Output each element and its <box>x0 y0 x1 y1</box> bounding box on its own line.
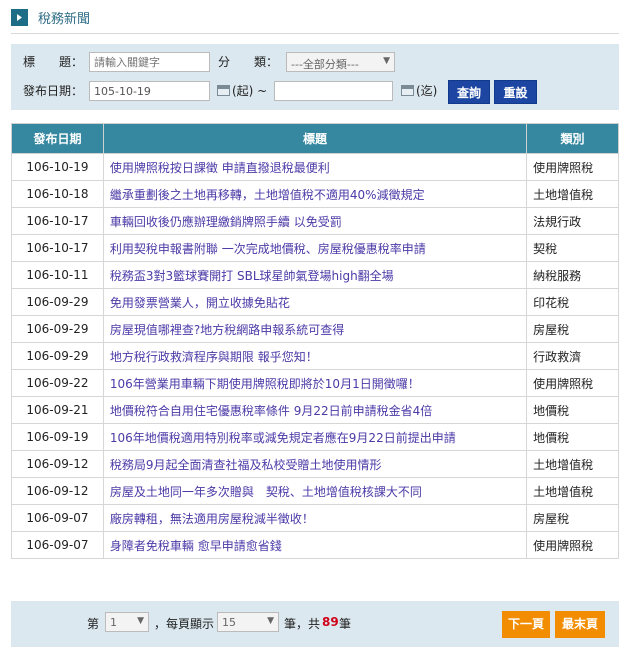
page-select[interactable]: 1 ▼ <box>105 612 149 632</box>
table-row: 106-10-19 使用牌照稅按日課徵 申請直撥退稅最便利 使用牌照稅 <box>11 153 619 181</box>
row-date: 106-09-12 <box>11 477 104 505</box>
start-suffix: (起) ~ <box>232 84 268 98</box>
row-title-link[interactable]: 廠房轉租，無法適用房屋稅減半徵收！ <box>102 504 528 532</box>
table-row: 106-09-29 免用發票營業人，開立收據免貼花 印花稅 <box>11 288 619 316</box>
page-title: 稅務新聞 <box>38 12 91 27</box>
row-category: 地價稅 <box>526 423 619 451</box>
row-date: 106-09-07 <box>11 531 104 559</box>
row-title-link[interactable]: 身障者免稅車輛 愈早申請愈省錢 <box>102 531 528 559</box>
table-row: 106-09-12 房屋及土地同一年多次贈與 契稅、土地增值稅核課大不同 土地增值稅 <box>11 477 619 505</box>
per-page-prefix: ，每頁顯示 <box>154 617 215 631</box>
row-date: 106-09-19 <box>11 423 104 451</box>
table-row: 106-09-07 廠房轉租，無法適用房屋稅減半徵收！ 房屋稅 <box>11 504 619 532</box>
row-category: 土地增值稅 <box>526 477 619 505</box>
row-category: 印花稅 <box>526 288 619 316</box>
per-page-select[interactable]: 15 ▼ <box>217 612 279 632</box>
per-page-select-value: 15 <box>222 616 236 629</box>
column-header-category: 類別 <box>526 123 619 154</box>
row-date: 106-10-18 <box>11 180 104 208</box>
date-label: 發布日期： <box>23 84 84 98</box>
table-row: 106-09-29 地方稅行政救濟程序與期限 報乎您知！ 行政救濟 <box>11 342 619 370</box>
row-title-link[interactable]: 地價稅符合自用住宅優惠稅率條件 9月22日前申請稅金省4倍 <box>102 396 528 424</box>
total-prefix: 筆，共 <box>284 617 321 631</box>
table-row: 106-10-17 車輛回收後仍應辦理繳銷牌照手續 以免受罰 法規行政 <box>11 207 619 235</box>
total-count: 89 <box>322 615 339 629</box>
column-header-title: 標題 <box>102 123 528 154</box>
category-label: 分 類： <box>218 55 279 69</box>
play-triangle-icon <box>11 9 28 26</box>
table-header-row: 發布日期 標題 類別 <box>11 123 619 154</box>
row-title-link[interactable]: 房屋現值哪裡查?地方稅網路申報系統可查得 <box>102 315 528 343</box>
page-select-value: 1 <box>110 616 117 629</box>
end-suffix: (迄) <box>416 84 438 98</box>
date-start-input[interactable] <box>89 81 210 101</box>
row-date: 106-10-11 <box>11 261 104 289</box>
category-select[interactable]: ---全部分類--- ▼ <box>286 52 395 72</box>
query-button[interactable]: 查詢 <box>448 80 490 104</box>
row-category: 契稅 <box>526 234 619 262</box>
row-date: 106-09-29 <box>11 288 104 316</box>
row-title-link[interactable]: 稅務局9月起全面清查社福及私校受贈土地使用情形 <box>102 450 528 478</box>
row-date: 106-09-12 <box>11 450 104 478</box>
table-row: 106-09-19 106年地價稅適用特別稅率或減免規定者應在9月22日前提出申請… <box>11 423 619 451</box>
column-header-date: 發布日期 <box>11 123 104 154</box>
table-row: 106-09-21 地價稅符合自用住宅優惠稅率條件 9月22日前申請稅金省4倍 地價… <box>11 396 619 424</box>
keyword-input[interactable] <box>89 52 210 72</box>
title-label: 標 題： <box>23 55 84 69</box>
row-date: 106-09-29 <box>11 315 104 343</box>
row-title-link[interactable]: 車輛回收後仍應辦理繳銷牌照手續 以免受罰 <box>102 207 528 235</box>
row-category: 行政救濟 <box>526 342 619 370</box>
row-category: 使用牌照稅 <box>526 153 619 181</box>
table-row: 106-09-12 稅務局9月起全面清查社福及私校受贈土地使用情形 土地增值稅 <box>11 450 619 478</box>
total-suffix: 筆 <box>339 617 352 631</box>
table-row: 106-10-18 繼承重劃後之土地再移轉，土地增值稅不適用40%減徵規定 土地增值… <box>11 180 619 208</box>
next-page-button[interactable]: 下一頁 <box>502 611 550 638</box>
date-end-input[interactable] <box>274 81 393 101</box>
row-title-link[interactable]: 繼承重劃後之土地再移轉，土地增值稅不適用40%減徵規定 <box>102 180 528 208</box>
reset-button[interactable]: 重設 <box>494 80 537 104</box>
row-category: 土地增值稅 <box>526 450 619 478</box>
calendar-icon[interactable] <box>217 85 230 96</box>
row-date: 106-10-17 <box>11 234 104 262</box>
table-row: 106-10-17 利用契稅申報書附聯 一次完成地價稅、房屋稅優惠稅率申請 契稅 <box>11 234 619 262</box>
row-title-link[interactable]: 使用牌照稅按日課徵 申請直撥退稅最便利 <box>102 153 528 181</box>
row-category: 土地增值稅 <box>526 180 619 208</box>
row-category: 納稅服務 <box>526 261 619 289</box>
row-title-link[interactable]: 106年地價稅適用特別稅率或減免規定者應在9月22日前提出申請 <box>102 423 528 451</box>
table-row: 106-09-29 房屋現值哪裡查?地方稅網路申報系統可查得 房屋稅 <box>11 315 619 343</box>
table-row: 106-09-22 106年營業用車輛下期使用牌照稅即將於10月1日開徵囉！ 使用牌… <box>11 369 619 397</box>
row-date: 106-09-21 <box>11 396 104 424</box>
row-date: 106-09-29 <box>11 342 104 370</box>
chevron-down-icon: ▼ <box>267 616 274 626</box>
row-category: 地價稅 <box>526 396 619 424</box>
table-row: 106-09-07 身障者免稅車輛 愈早申請愈省錢 使用牌照稅 <box>11 531 619 559</box>
row-date: 106-09-07 <box>11 504 104 532</box>
row-date: 106-10-19 <box>11 153 104 181</box>
chevron-down-icon: ▼ <box>137 616 144 626</box>
search-panel: 標 題： 分 類： ---全部分類--- ▼ 發布日期： (起) ~ (迄) 查… <box>11 44 619 110</box>
row-title-link[interactable]: 地方稅行政救濟程序與期限 報乎您知！ <box>102 342 528 370</box>
row-title-link[interactable]: 利用契稅申報書附聯 一次完成地價稅、房屋稅優惠稅率申請 <box>102 234 528 262</box>
row-category: 使用牌照稅 <box>526 531 619 559</box>
row-category: 使用牌照稅 <box>526 369 619 397</box>
row-title-link[interactable]: 稅務盃3對3籃球賽開打 SBL球星帥氣登場high翻全場 <box>102 261 528 289</box>
calendar-icon[interactable] <box>401 85 414 96</box>
row-category: 房屋稅 <box>526 504 619 532</box>
row-title-link[interactable]: 106年營業用車輛下期使用牌照稅即將於10月1日開徵囉！ <box>102 369 528 397</box>
chevron-down-icon: ▼ <box>383 56 390 66</box>
row-title-link[interactable]: 房屋及土地同一年多次贈與 契稅、土地增值稅核課大不同 <box>102 477 528 505</box>
row-title-link[interactable]: 免用發票營業人，開立收據免貼花 <box>102 288 528 316</box>
row-category: 房屋稅 <box>526 315 619 343</box>
row-category: 法規行政 <box>526 207 619 235</box>
pagination-bar: 第 1 ▼ ，每頁顯示 15 ▼ 筆，共 89 筆 下一頁 最末頁 <box>11 601 619 647</box>
last-page-button[interactable]: 最末頁 <box>555 611 605 638</box>
header-divider <box>11 33 619 34</box>
page-prefix: 第 <box>87 617 100 631</box>
row-date: 106-10-17 <box>11 207 104 235</box>
page-header: 稅務新聞 <box>11 0 619 34</box>
category-select-value: ---全部分類--- <box>291 58 359 71</box>
news-table: 發布日期 標題 類別 106-10-19 使用牌照稅按日課徵 申請直撥退稅最便利使… <box>11 123 619 559</box>
table-row: 106-10-11 稅務盃3對3籃球賽開打 SBL球星帥氣登場high翻全場 納稅服… <box>11 261 619 289</box>
row-date: 106-09-22 <box>11 369 104 397</box>
